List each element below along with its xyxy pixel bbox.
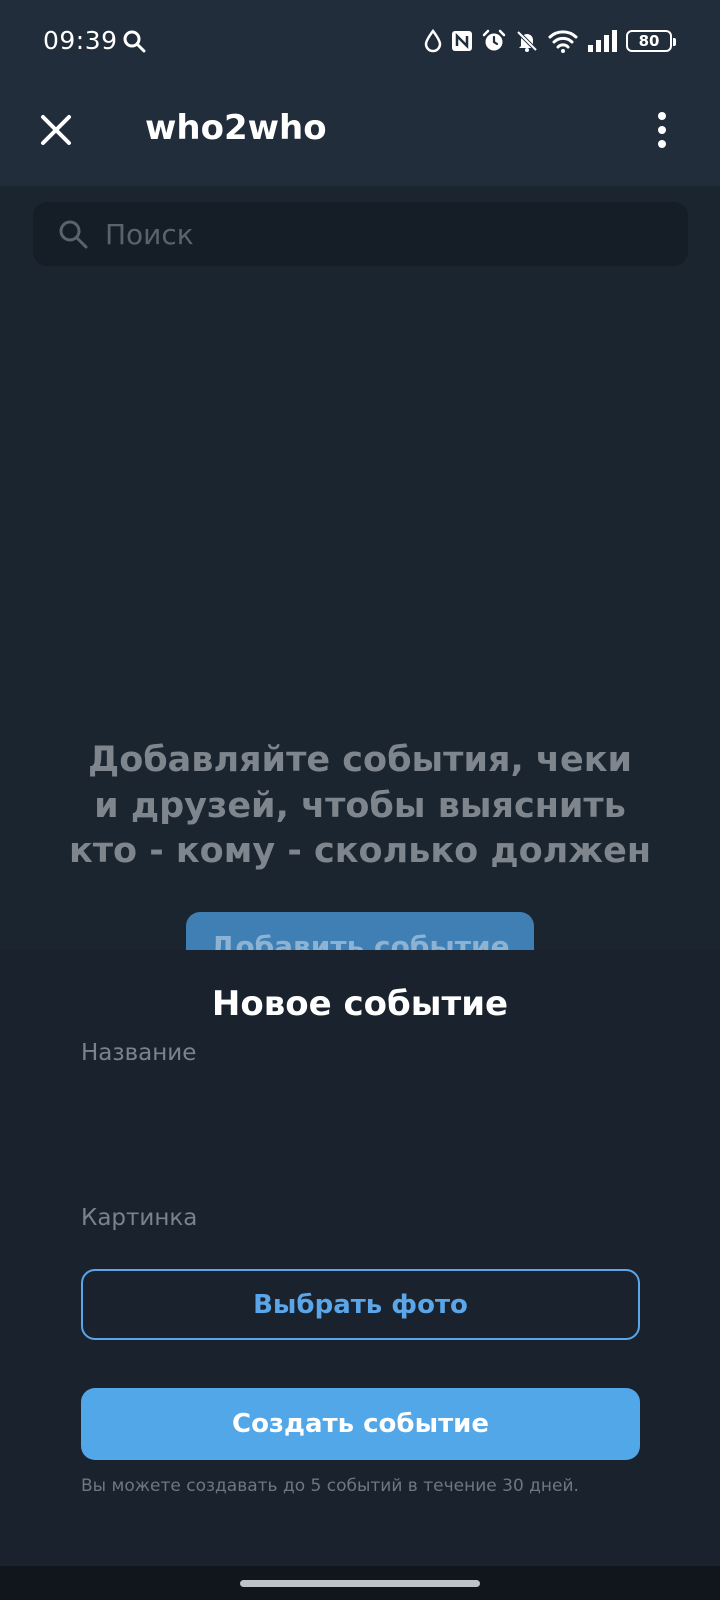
- search-icon: [123, 30, 146, 53]
- new-event-sheet: Новое событие Название Картинка Выбрать …: [0, 950, 720, 1566]
- top-bar: 09:39 80 who2who: [0, 0, 720, 186]
- limit-note: Вы можете создавать до 5 событий в течен…: [81, 1476, 579, 1496]
- search-box[interactable]: [33, 202, 688, 266]
- battery-icon: 80: [626, 30, 676, 52]
- close-icon: [41, 115, 71, 145]
- status-time: 09:39: [43, 26, 118, 55]
- app-bar: who2who: [0, 84, 720, 186]
- image-label: Картинка: [81, 1205, 198, 1231]
- screen: 09:39 80 who2who Поиск Добавляйте событи…: [0, 0, 720, 1600]
- empty-state-line: и друзей, чтобы выяснить: [94, 785, 626, 826]
- alarm-icon: [482, 29, 506, 51]
- status-icons: 80: [424, 26, 676, 56]
- search-icon: [59, 220, 88, 249]
- mute-icon: [516, 30, 538, 52]
- choose-photo-button[interactable]: Выбрать фото: [81, 1269, 640, 1340]
- name-input[interactable]: [81, 1080, 641, 1140]
- signal-icon: [588, 30, 617, 52]
- status-bar: 09:39 80: [0, 0, 720, 84]
- drop-icon: [424, 29, 442, 53]
- name-label: Название: [81, 1040, 197, 1066]
- empty-state-message: Добавляйте события, чеки и друзей, чтобы…: [60, 738, 660, 875]
- empty-state-line: Добавляйте события, чеки: [88, 740, 632, 780]
- navigation-bar: [0, 1566, 720, 1600]
- nfc-icon: [452, 31, 472, 51]
- home-indicator[interactable]: [240, 1580, 480, 1587]
- close-button[interactable]: [36, 110, 76, 150]
- search-input[interactable]: [105, 202, 665, 266]
- sheet-title: Новое событие: [211, 984, 509, 1024]
- app-title: who2who: [145, 108, 327, 148]
- create-event-button[interactable]: Создать событие: [81, 1388, 640, 1460]
- empty-state-line: кто - кому - сколько должен: [68, 831, 652, 871]
- more-vert-icon[interactable]: [650, 108, 674, 152]
- wifi-icon: [548, 30, 578, 53]
